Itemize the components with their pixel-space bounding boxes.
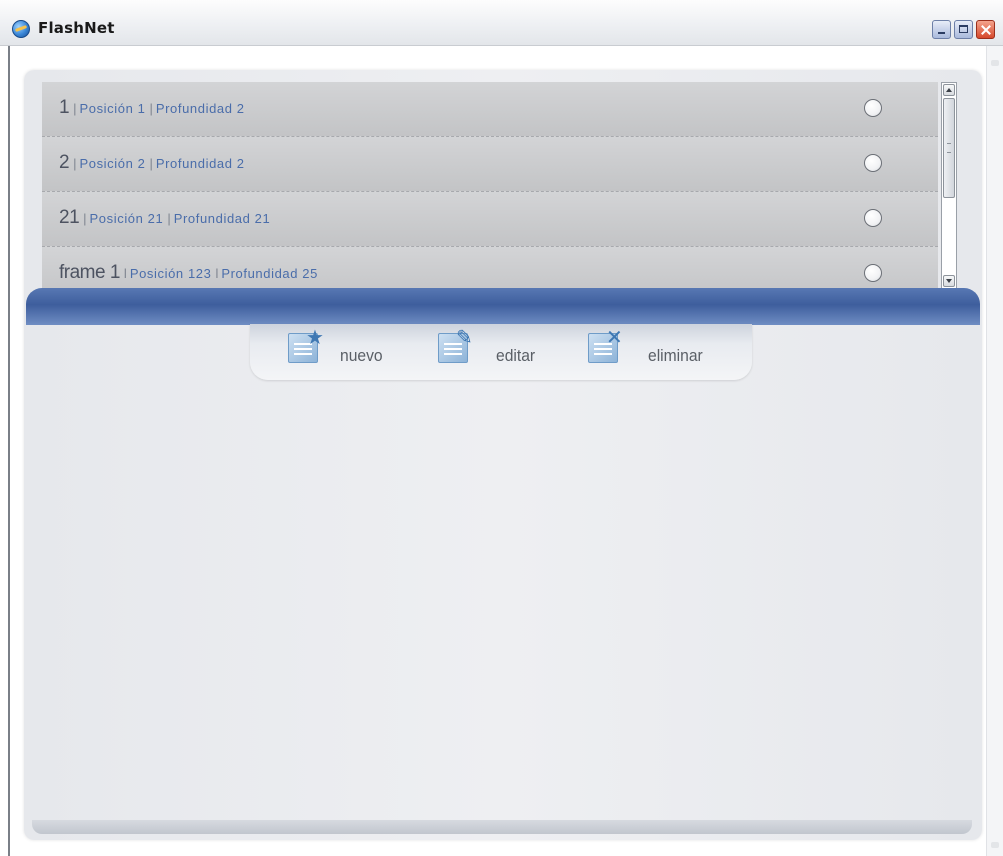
minimize-button[interactable] — [932, 20, 951, 39]
panel-bottom-edge — [32, 820, 972, 834]
item-list: 1 | Posición 1 | Profundidad 2 2 | Posición 2 |… — [42, 82, 938, 296]
item-position: Posición 2 — [79, 156, 146, 171]
separator: | — [73, 156, 77, 171]
item-id: 2 — [59, 152, 70, 173]
window-left-border — [8, 46, 10, 856]
edit-button-label: editar — [496, 346, 536, 365]
item-radio[interactable] — [864, 209, 882, 227]
item-label: 21 | Posición 21 | Profundidad 21 — [59, 207, 270, 229]
item-depth: Profundidad 2 — [155, 101, 245, 116]
delete-button-label: eliminar — [648, 346, 703, 365]
delete-button[interactable]: ✕ eliminar — [588, 327, 738, 370]
cross-icon: ✕ — [606, 327, 623, 349]
item-radio[interactable] — [864, 99, 882, 117]
new-button[interactable]: ★ nuevo — [288, 327, 418, 370]
window-scrollbar[interactable] — [986, 46, 1003, 856]
separator: | — [149, 101, 153, 116]
list-item[interactable]: 1 | Posición 1 | Profundidad 2 — [42, 82, 938, 137]
item-id: 1 — [59, 97, 70, 118]
separator: | — [83, 211, 87, 226]
item-position: Posición 123 — [129, 266, 212, 281]
internet-explorer-icon — [12, 20, 30, 38]
maximize-button[interactable] — [954, 20, 973, 39]
edit-button[interactable]: ✎ editar — [438, 327, 563, 370]
item-label: 2 | Posición 2 | Profundidad 2 — [59, 152, 245, 174]
list-item[interactable]: 2 | Posición 2 | Profundidad 2 — [42, 137, 938, 192]
pencil-icon: ✎ — [456, 327, 473, 349]
scroll-up-icon[interactable] — [991, 60, 999, 66]
item-position: Posición 21 — [89, 211, 164, 226]
window-title-bar[interactable]: FlashNet — [0, 0, 1003, 46]
scroll-up-button[interactable] — [943, 84, 955, 96]
list-item[interactable]: 21 | Posición 21 | Profundidad 21 — [42, 192, 938, 247]
new-button-label: nuevo — [340, 346, 383, 365]
separator: l — [123, 266, 127, 281]
window-title: FlashNet — [38, 19, 115, 37]
scroll-down-button[interactable] — [943, 275, 955, 287]
item-radio[interactable] — [864, 264, 882, 282]
toolbar-band — [26, 288, 980, 325]
item-label: 1 | Posición 1 | Profundidad 2 — [59, 97, 245, 119]
item-label: frame 1 l Posición 123 l Profundidad 25 — [59, 262, 318, 284]
close-button[interactable] — [976, 20, 995, 39]
separator: l — [215, 266, 219, 281]
separator: | — [149, 156, 153, 171]
scroll-down-icon[interactable] — [991, 842, 999, 848]
star-icon: ★ — [306, 327, 324, 349]
scroll-thumb[interactable] — [943, 98, 955, 198]
list-scrollbar[interactable] — [941, 82, 957, 289]
item-depth: Profundidad 2 — [155, 156, 245, 171]
action-toolbar: ★ nuevo ✎ editar ✕ eliminar — [250, 324, 752, 380]
separator: | — [167, 211, 171, 226]
item-id: frame 1 — [59, 262, 120, 283]
item-depth: Profundidad 21 — [173, 211, 271, 226]
item-position: Posición 1 — [79, 101, 146, 116]
item-depth: Profundidad 25 — [221, 266, 318, 281]
item-id: 21 — [59, 207, 80, 228]
item-radio[interactable] — [864, 154, 882, 172]
separator: | — [73, 101, 77, 116]
